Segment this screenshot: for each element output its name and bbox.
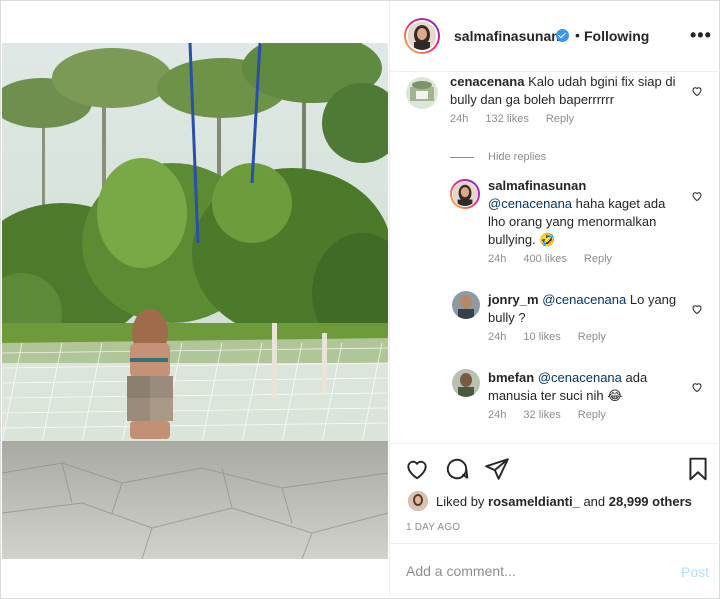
reply-button[interactable]: Reply [578, 409, 606, 421]
heart-icon[interactable] [404, 456, 430, 482]
reply-heart-icon[interactable] [691, 190, 703, 202]
add-comment-input[interactable] [406, 563, 656, 579]
likes-count[interactable]: 28,999 others [609, 494, 692, 509]
reply-heart-icon[interactable] [691, 381, 703, 393]
reply-likes[interactable]: 32 likes [523, 409, 560, 421]
reply-item: bmefan @cenacenana ada manusia ter suci … [390, 367, 720, 427]
reply-avatar[interactable] [452, 291, 480, 319]
following-button[interactable]: Following [584, 28, 649, 44]
reply-mention[interactable]: @cenacenana [542, 292, 626, 307]
reply-item: jonry_m @cenacenana Lo yang bully ? 24h … [390, 289, 720, 349]
share-icon[interactable] [484, 456, 510, 482]
commenter-avatar[interactable] [406, 77, 438, 109]
reply-meta: 24h 10 likes Reply [488, 331, 620, 343]
comment-heart-icon[interactable] [691, 85, 703, 97]
reply-body: bmefan @cenacenana ada manusia ter suci … [488, 369, 686, 405]
reply-body: jonry_m @cenacenana Lo yang bully ? [488, 291, 686, 327]
liked-by-user[interactable]: rosameldianti_ [488, 494, 580, 509]
verified-badge-icon [556, 29, 569, 42]
post-photo[interactable] [2, 43, 388, 559]
comment-username[interactable]: cenacenana [450, 74, 524, 89]
add-comment-bar: Post [390, 543, 720, 599]
liker-avatar[interactable] [408, 491, 428, 511]
reply-button[interactable]: Reply [546, 113, 574, 125]
reply-time[interactable]: 24h [488, 409, 506, 421]
reply-avatar[interactable] [452, 369, 480, 397]
reply-button[interactable]: Reply [578, 331, 606, 343]
post-side-panel: salmafinasunan • Following ••• cenacenan… [389, 1, 720, 599]
reply-heart-icon[interactable] [691, 303, 703, 315]
author-avatar[interactable] [404, 18, 440, 54]
post-header: salmafinasunan • Following ••• [390, 1, 720, 72]
reply-time[interactable]: 24h [488, 331, 506, 343]
liked-by-prefix: Liked by [436, 494, 485, 509]
reply-button[interactable]: Reply [584, 253, 612, 265]
reply-body: salmafinasunan @cenacenana haha kaget ad… [488, 177, 686, 249]
reply-likes[interactable]: 10 likes [523, 331, 560, 343]
reply-username[interactable]: salmafinasunan [488, 178, 586, 193]
reply-time[interactable]: 24h [488, 253, 506, 265]
author-username[interactable]: salmafinasunan [454, 28, 560, 44]
comment-body: cenacenana Kalo udah bgini fix siap di b… [450, 73, 686, 109]
more-options-icon[interactable]: ••• [690, 25, 712, 46]
reply-mention[interactable]: @cenacenana [488, 196, 572, 211]
comments-list: cenacenana Kalo udah bgini fix siap di b… [390, 73, 720, 443]
jungle-net-photo [2, 43, 388, 559]
liked-by-summary: Liked by rosameldianti_ and 28,999 other… [436, 494, 692, 509]
header-separator: • [575, 27, 580, 43]
reply-avatar[interactable] [450, 179, 480, 209]
reply-likes[interactable]: 400 likes [523, 253, 566, 265]
instagram-post-window: salmafinasunan • Following ••• cenacenan… [0, 0, 720, 599]
post-comment-button[interactable]: Post [681, 564, 709, 580]
comment-likes[interactable]: 132 likes [485, 113, 528, 125]
comment-time[interactable]: 24h [450, 113, 468, 125]
liked-by-suffix: and [583, 494, 606, 509]
post-actions: Liked by rosameldianti_ and 28,999 other… [390, 443, 720, 543]
bookmark-icon[interactable] [685, 456, 711, 482]
hide-replies-button[interactable]: Hide replies [450, 151, 546, 163]
reply-username[interactable]: jonry_m [488, 292, 539, 307]
comment-meta: 24h 132 likes Reply [450, 113, 588, 125]
comment-icon[interactable] [444, 456, 470, 482]
reply-meta: 24h 400 likes Reply [488, 253, 626, 265]
reply-item: salmafinasunan @cenacenana haha kaget ad… [390, 177, 720, 267]
comment-item: cenacenana Kalo udah bgini fix siap di b… [390, 73, 720, 133]
reply-username[interactable]: bmefan [488, 370, 534, 385]
post-timestamp[interactable]: 1 DAY AGO [406, 522, 460, 533]
reply-meta: 24h 32 likes Reply [488, 409, 620, 421]
reply-mention[interactable]: @cenacenana [538, 370, 622, 385]
